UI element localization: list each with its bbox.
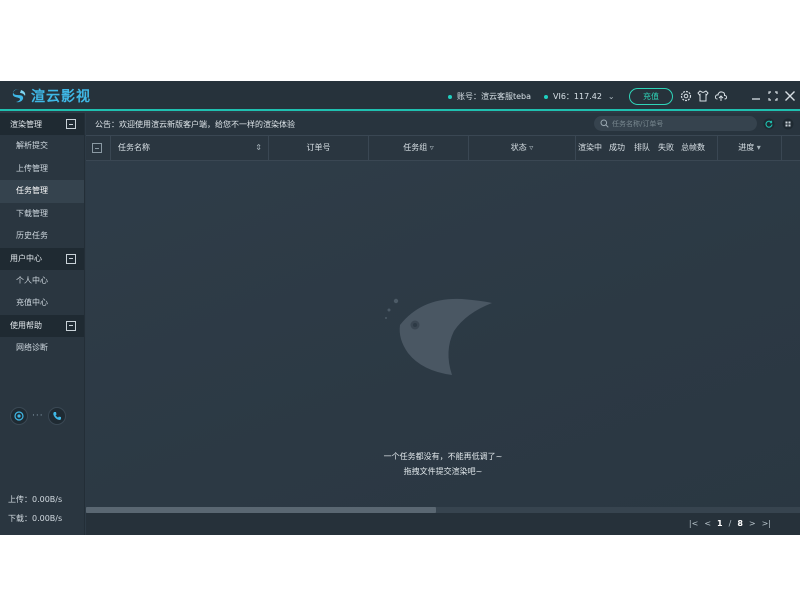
- recharge-button[interactable]: 充值: [629, 88, 673, 105]
- refresh-icon[interactable]: [763, 118, 775, 130]
- group-title: 使用帮助: [10, 321, 42, 330]
- sort-desc-icon[interactable]: ▾: [757, 143, 761, 152]
- cloud-upload-icon[interactable]: [714, 89, 728, 103]
- maximize-icon[interactable]: [766, 89, 780, 103]
- app-window: 渲云影视 账号：渲云客服teba VI6：117.42 ⌄ 充值 渲染管理 解析…: [0, 81, 800, 535]
- group-title: 渲染管理: [10, 119, 42, 129]
- first-page-icon[interactable]: |<: [689, 519, 698, 528]
- current-page: 1: [717, 519, 723, 528]
- select-all-checkbox[interactable]: [92, 143, 102, 153]
- col-success: 成功: [609, 143, 625, 152]
- collapse-icon[interactable]: [66, 253, 76, 264]
- notice-bar: 公告：欢迎使用渲云新版客户端，给您不一样的渲染体验: [86, 113, 800, 135]
- search-input[interactable]: [612, 119, 752, 128]
- col-failed: 失败: [658, 143, 674, 152]
- sidebar-item-download[interactable]: 下载管理: [0, 203, 84, 226]
- col-queued: 排队: [634, 143, 650, 152]
- gear-icon[interactable]: [679, 89, 693, 103]
- sidebar-item-upload[interactable]: 上传管理: [0, 158, 84, 181]
- sidebar: 渲染管理 解析提交 上传管理 任务管理 下载管理 历史任务 用户中心 个人中心 …: [0, 113, 85, 535]
- col-task-name[interactable]: 任务名称 ⇕: [110, 136, 268, 160]
- col-rendering: 渲染中: [575, 136, 604, 160]
- sidebar-item-recharge[interactable]: 充值中心: [0, 292, 84, 315]
- search-icon: [600, 119, 609, 128]
- col-spacer: [781, 136, 800, 160]
- account-info[interactable]: 账号：渲云客服teba: [448, 91, 531, 102]
- col-progress: 进度 ▾: [717, 136, 781, 160]
- customer-service-icon[interactable]: [10, 407, 28, 425]
- sidebar-group-help[interactable]: 使用帮助: [0, 314, 84, 337]
- group-title: 用户中心: [10, 254, 42, 263]
- col-task-group[interactable]: 任务组 ▿: [368, 136, 468, 160]
- col-status[interactable]: 状态 ▿: [468, 136, 575, 160]
- account-label: 账号：渲云客服teba: [457, 92, 532, 101]
- collapse-icon[interactable]: [66, 320, 76, 331]
- page-separator: /: [728, 519, 732, 528]
- close-icon[interactable]: [783, 89, 797, 103]
- status-dot-icon: [544, 94, 548, 99]
- status-dot-icon: [448, 94, 452, 99]
- download-speed: 下载：0.00B/s: [8, 514, 63, 523]
- pagination: |< < 1 / 8 > >|: [686, 519, 774, 528]
- upload-speed: 上传：0.00B/s: [8, 495, 63, 504]
- total-pages: 8: [737, 519, 743, 528]
- footer-bar: |< < 1 / 8 > >|: [86, 513, 800, 535]
- notice-text: 公告：欢迎使用渲云新版客户端，给您不一样的渲染体验: [95, 119, 295, 129]
- search-box[interactable]: [594, 116, 757, 131]
- shirt-icon[interactable]: [696, 89, 710, 103]
- next-page-icon[interactable]: >: [749, 519, 756, 528]
- logo-icon: [12, 89, 26, 103]
- chevron-down-icon: ⌄: [607, 92, 615, 101]
- col-total-frames: 总帧数: [681, 143, 705, 152]
- sidebar-item-profile[interactable]: 个人中心: [0, 270, 84, 293]
- sidebar-item-parse-submit[interactable]: 解析提交: [0, 135, 84, 158]
- sidebar-group-render[interactable]: 渲染管理: [0, 113, 84, 135]
- phone-icon[interactable]: [47, 407, 66, 425]
- collapse-icon[interactable]: [66, 119, 76, 129]
- table-header: 任务名称 ⇕ 订单号 任务组 ▿ 状态 ▿ 渲染中 成功 排队 失败 总帧数 进…: [86, 135, 800, 161]
- last-page-icon[interactable]: >|: [762, 519, 771, 528]
- more-icon: ···: [32, 411, 44, 421]
- sidebar-item-network[interactable]: 网络诊断: [0, 337, 84, 360]
- filter-icon[interactable]: ▿: [430, 143, 434, 152]
- grid-view-icon[interactable]: [782, 118, 794, 130]
- empty-hint: 拖拽文件提交渲染吧~: [403, 467, 483, 476]
- contact-area: ···: [10, 407, 66, 425]
- minimize-icon[interactable]: [749, 89, 763, 103]
- vip-dropdown[interactable]: VI6：117.42 ⌄: [544, 91, 615, 102]
- sidebar-item-history[interactable]: 历史任务: [0, 225, 84, 248]
- sort-icon[interactable]: ⇕: [255, 136, 262, 160]
- main-panel: 公告：欢迎使用渲云新版客户端，给您不一样的渲染体验 任务名称 ⇕ 订单号: [86, 113, 800, 535]
- filter-icon[interactable]: ▿: [529, 143, 533, 152]
- app-name: 渲云影视: [31, 89, 91, 105]
- app-logo: 渲云影视: [11, 87, 91, 105]
- sidebar-group-user[interactable]: 用户中心: [0, 247, 84, 270]
- col-order-id: 订单号: [268, 136, 368, 160]
- prev-page-icon[interactable]: <: [704, 519, 711, 528]
- sidebar-item-tasks[interactable]: 任务管理: [0, 180, 84, 203]
- title-bar: 渲云影视 账号：渲云客服teba VI6：117.42 ⌄ 充值: [0, 81, 800, 111]
- vip-label: VI6：117.42: [553, 92, 602, 101]
- empty-fish-icon: [385, 298, 492, 375]
- empty-message: 一个任务都没有，不能再低调了~: [383, 452, 503, 461]
